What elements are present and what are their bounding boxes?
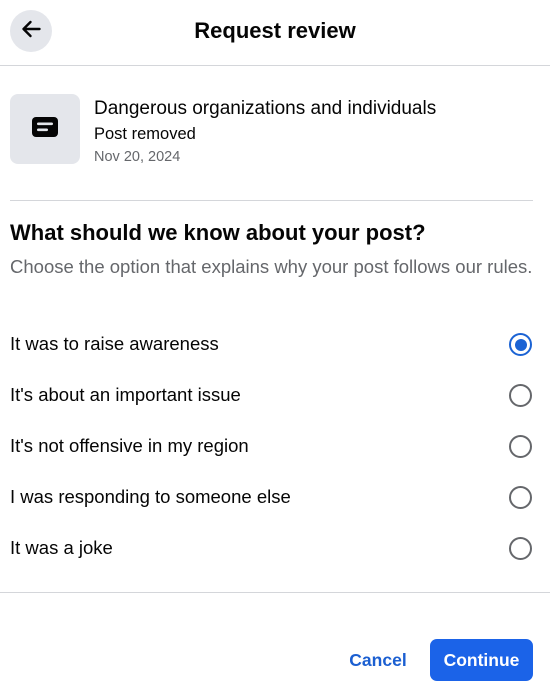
- option-label: It's not offensive in my region: [10, 435, 249, 456]
- radio-button[interactable]: [509, 486, 532, 509]
- option-raise-awareness[interactable]: It was to raise awareness: [0, 319, 550, 370]
- question-heading: What should we know about your post?: [10, 220, 426, 245]
- option-responding-to-someone[interactable]: I was responding to someone else: [0, 472, 550, 523]
- post-text-icon: [31, 116, 59, 143]
- reason-options: It was to raise awareness It's about an …: [0, 319, 550, 574]
- radio-button[interactable]: [509, 384, 532, 407]
- question-hint: Choose the option that explains why your…: [10, 256, 533, 277]
- removal-reason: Dangerous organizations and individuals: [94, 98, 437, 119]
- header-bar: Request review: [0, 0, 550, 66]
- divider: [0, 592, 550, 593]
- radio-button[interactable]: [509, 435, 532, 458]
- option-label: It was to raise awareness: [10, 333, 219, 354]
- continue-button[interactable]: Continue: [430, 639, 533, 681]
- cancel-button[interactable]: Cancel: [338, 640, 418, 680]
- post-status: Post removed: [94, 125, 196, 143]
- radio-button-selected[interactable]: [509, 333, 532, 356]
- request-review-page: Request review Dangerous organizations a…: [0, 0, 550, 686]
- removed-post-card: Dangerous organizations and individuals …: [10, 94, 540, 165]
- radio-dot: [514, 338, 527, 351]
- divider: [10, 200, 533, 201]
- option-joke[interactable]: It was a joke: [0, 523, 550, 574]
- option-label: It was a joke: [10, 537, 113, 558]
- option-not-offensive-region[interactable]: It's not offensive in my region: [0, 421, 550, 472]
- page-title: Request review: [194, 18, 356, 43]
- radio-button[interactable]: [509, 537, 532, 560]
- option-label: I was responding to someone else: [10, 486, 291, 507]
- post-thumbnail: [10, 94, 80, 164]
- post-date: Nov 20, 2024: [94, 149, 181, 165]
- option-important-issue[interactable]: It's about an important issue: [0, 370, 550, 421]
- option-label: It's about an important issue: [10, 384, 241, 405]
